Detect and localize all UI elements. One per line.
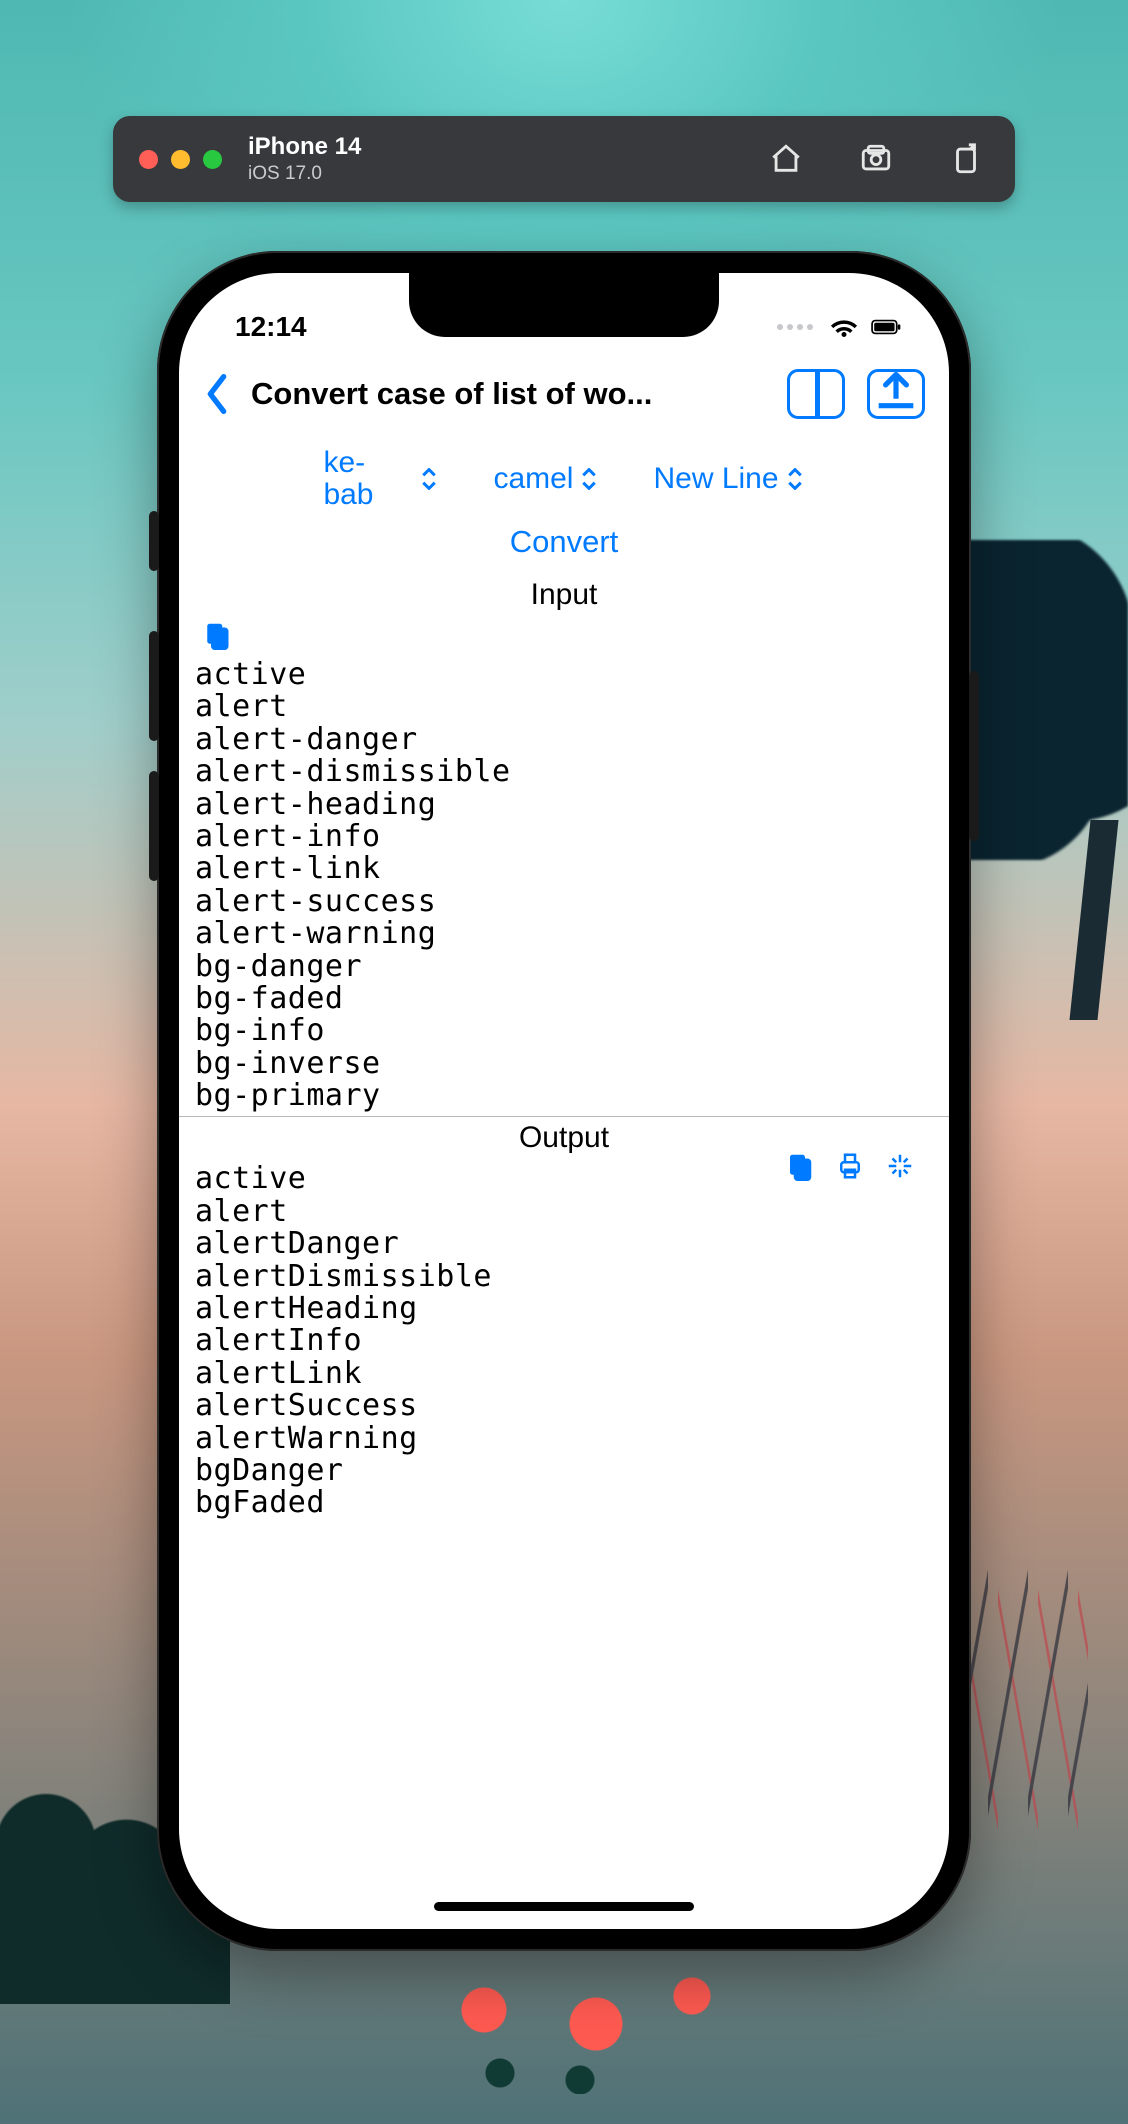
device-side-button [969, 671, 979, 841]
copy-icon[interactable] [785, 1151, 815, 1181]
from-case-picker[interactable]: ke-bab [323, 447, 439, 510]
share-button[interactable] [867, 369, 925, 419]
share-up-icon [870, 371, 922, 416]
divider [179, 1116, 949, 1117]
status-extra-dots [777, 324, 813, 330]
simulator-titlebar: iPhone 14 iOS 17.0 [113, 116, 1015, 202]
zoom-window-button[interactable] [203, 150, 222, 169]
separator-label: New Line [653, 463, 778, 495]
simulator-title: iPhone 14 iOS 17.0 [248, 133, 361, 184]
iphone-device-frame: 12:14 Convert case of list of wo... k [157, 251, 971, 1951]
navigation-bar: Convert case of list of wo... [179, 363, 949, 437]
simulator-rotate-button[interactable] [943, 136, 989, 182]
home-indicator[interactable] [434, 1902, 694, 1911]
to-case-label: camel [493, 463, 573, 495]
simulator-screenshot-button[interactable] [853, 136, 899, 182]
split-icon [816, 372, 820, 416]
window-traffic-lights [139, 150, 222, 169]
from-case-label: ke-bab [323, 447, 413, 510]
convert-button[interactable]: Convert [510, 524, 619, 559]
device-silent-switch [149, 511, 159, 571]
battery-icon [871, 312, 901, 342]
input-text-area[interactable]: active alert alert-danger alert-dismissi… [179, 659, 949, 1112]
toggle-sidebar-button[interactable] [787, 369, 845, 419]
separator-picker[interactable]: New Line [653, 463, 804, 495]
simulator-home-button[interactable] [763, 136, 809, 182]
input-section-header: Input [179, 576, 949, 620]
home-icon [769, 142, 803, 176]
sparkle-icon[interactable] [885, 1151, 915, 1181]
chevron-left-icon [204, 374, 230, 414]
minimize-window-button[interactable] [171, 150, 190, 169]
back-button[interactable] [197, 371, 237, 417]
device-notch [409, 273, 719, 337]
chevron-updown-icon [421, 468, 439, 490]
wallpaper-flowers [420, 1954, 740, 2094]
output-text-area[interactable]: active alert alertDanger alertDismissibl… [179, 1163, 949, 1519]
rotate-icon [949, 142, 983, 176]
paste-icon[interactable] [201, 620, 231, 650]
wifi-icon [829, 312, 859, 342]
simulator-os-version: iOS 17.0 [248, 163, 361, 185]
simulator-device-name: iPhone 14 [248, 133, 361, 161]
printer-icon[interactable] [835, 1151, 865, 1181]
device-volume-down [149, 771, 159, 881]
device-volume-up [149, 631, 159, 741]
to-case-picker[interactable]: camel [493, 463, 599, 495]
page-title: Convert case of list of wo... [251, 376, 765, 412]
camera-icon [859, 142, 893, 176]
close-window-button[interactable] [139, 150, 158, 169]
chevron-updown-icon [581, 468, 599, 490]
status-time: 12:14 [235, 311, 307, 343]
controls-row: ke-bab camel New Line [179, 437, 949, 514]
chevron-updown-icon [787, 468, 805, 490]
device-screen: 12:14 Convert case of list of wo... k [179, 273, 949, 1929]
